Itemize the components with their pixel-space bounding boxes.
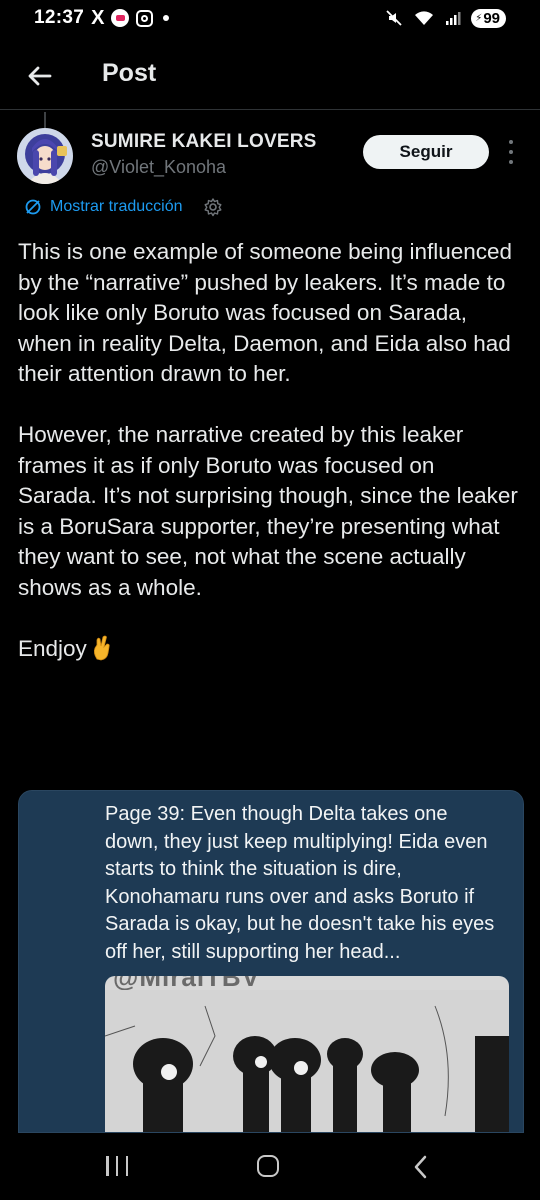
follow-button[interactable]: Seguir <box>363 135 489 169</box>
more-options-icon[interactable] <box>506 140 516 164</box>
recent-apps-icon[interactable] <box>106 1156 128 1176</box>
top-app-bar: Post <box>0 44 540 110</box>
post-body: This is one example of someone being inf… <box>18 237 518 664</box>
show-translation-link[interactable]: Mostrar traducción <box>50 198 183 216</box>
home-icon[interactable] <box>257 1155 279 1177</box>
signal-icon <box>446 12 461 25</box>
media-attachment[interactable]: Page 39: Even though Delta takes one dow… <box>18 790 524 1133</box>
status-time: 12:37 <box>34 7 85 28</box>
instagram-icon <box>136 9 154 27</box>
avatar[interactable] <box>17 128 73 184</box>
post-paragraph-text: Endjoy <box>18 635 87 661</box>
battery-level: 99 <box>483 9 500 27</box>
dot-icon <box>163 15 170 21</box>
author-name[interactable]: SUMIRE KAKEI LOVERS <box>91 131 317 153</box>
manga-page-image: @MiraiTBV <box>105 976 509 1132</box>
battery-icon: ⚡ 99 <box>471 8 506 28</box>
back-arrow-icon[interactable] <box>24 60 56 92</box>
media-caption: Page 39: Even though Delta takes one dow… <box>105 803 495 963</box>
post-paragraph-last: Endjoy <box>18 634 518 665</box>
translate-icon <box>25 199 41 215</box>
post-paragraph: This is one example of someone being inf… <box>18 239 513 386</box>
wifi-icon <box>415 11 434 25</box>
nav-back-icon[interactable] <box>410 1154 432 1180</box>
manga-illustration <box>105 990 509 1132</box>
author-handle[interactable]: @Violet_Konoha <box>91 157 226 178</box>
status-bar: 12:37 X ⚡ 99 <box>0 0 540 36</box>
system-nav-bar <box>0 1133 540 1200</box>
page-title: Post <box>102 59 157 87</box>
crossed-fingers-emoji-icon <box>93 635 110 660</box>
notification-icon <box>111 9 130 27</box>
thread-line <box>44 112 46 128</box>
gear-icon[interactable] <box>203 197 223 217</box>
mute-icon <box>386 10 402 26</box>
post-paragraph: However, the narrative created by this l… <box>18 422 518 600</box>
x-app-icon: X <box>91 6 105 29</box>
translate-row: Mostrar traducción <box>24 197 223 217</box>
